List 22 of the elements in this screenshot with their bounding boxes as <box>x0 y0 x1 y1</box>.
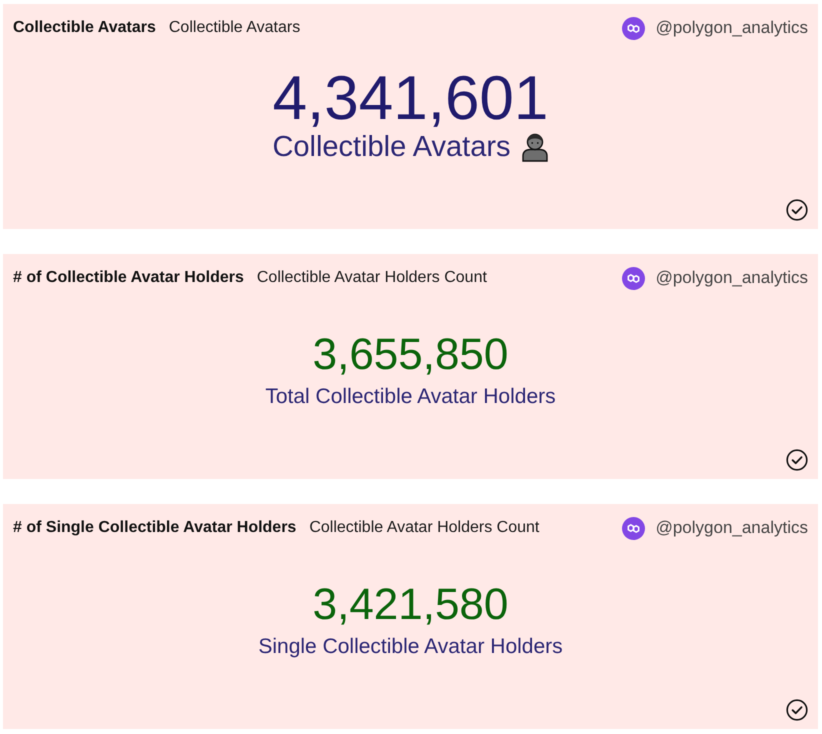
panel-title-link[interactable]: Collectible Avatars <box>13 16 156 40</box>
person-icon <box>520 132 549 162</box>
chain-link-logo-icon <box>622 516 645 540</box>
check-circle-icon <box>786 699 808 721</box>
counter-value: 4,341,601 <box>272 68 548 130</box>
counter-label: Collectible Avatars <box>272 132 511 162</box>
author-link[interactable]: @polygon_analytics <box>656 15 808 41</box>
panel-subtitle: Collectible Avatar Holders Count <box>309 518 540 538</box>
check-circle-icon <box>786 199 808 221</box>
chain-link-logo-icon <box>622 266 645 290</box>
counter-value: 3,421,580 <box>312 583 508 627</box>
author-link[interactable]: @polygon_analytics <box>656 515 808 541</box>
chain-link-logo-icon <box>622 16 645 40</box>
counter-value: 3,655,850 <box>312 333 508 377</box>
counter-label: Single Collectible Avatar Holders <box>258 636 563 657</box>
counter-label: Total Collectible Avatar Holders <box>265 386 556 407</box>
check-circle-icon <box>786 449 808 471</box>
author-link[interactable]: @polygon_analytics <box>656 265 808 291</box>
panel-subtitle: Collectible Avatar Holders Count <box>256 268 487 288</box>
panel-title-link[interactable]: # of Single Collectible Avatar Holders <box>13 516 296 540</box>
panel-subtitle: Collectible Avatars <box>168 18 300 38</box>
panel-title-link[interactable]: # of Collectible Avatar Holders <box>13 266 244 290</box>
